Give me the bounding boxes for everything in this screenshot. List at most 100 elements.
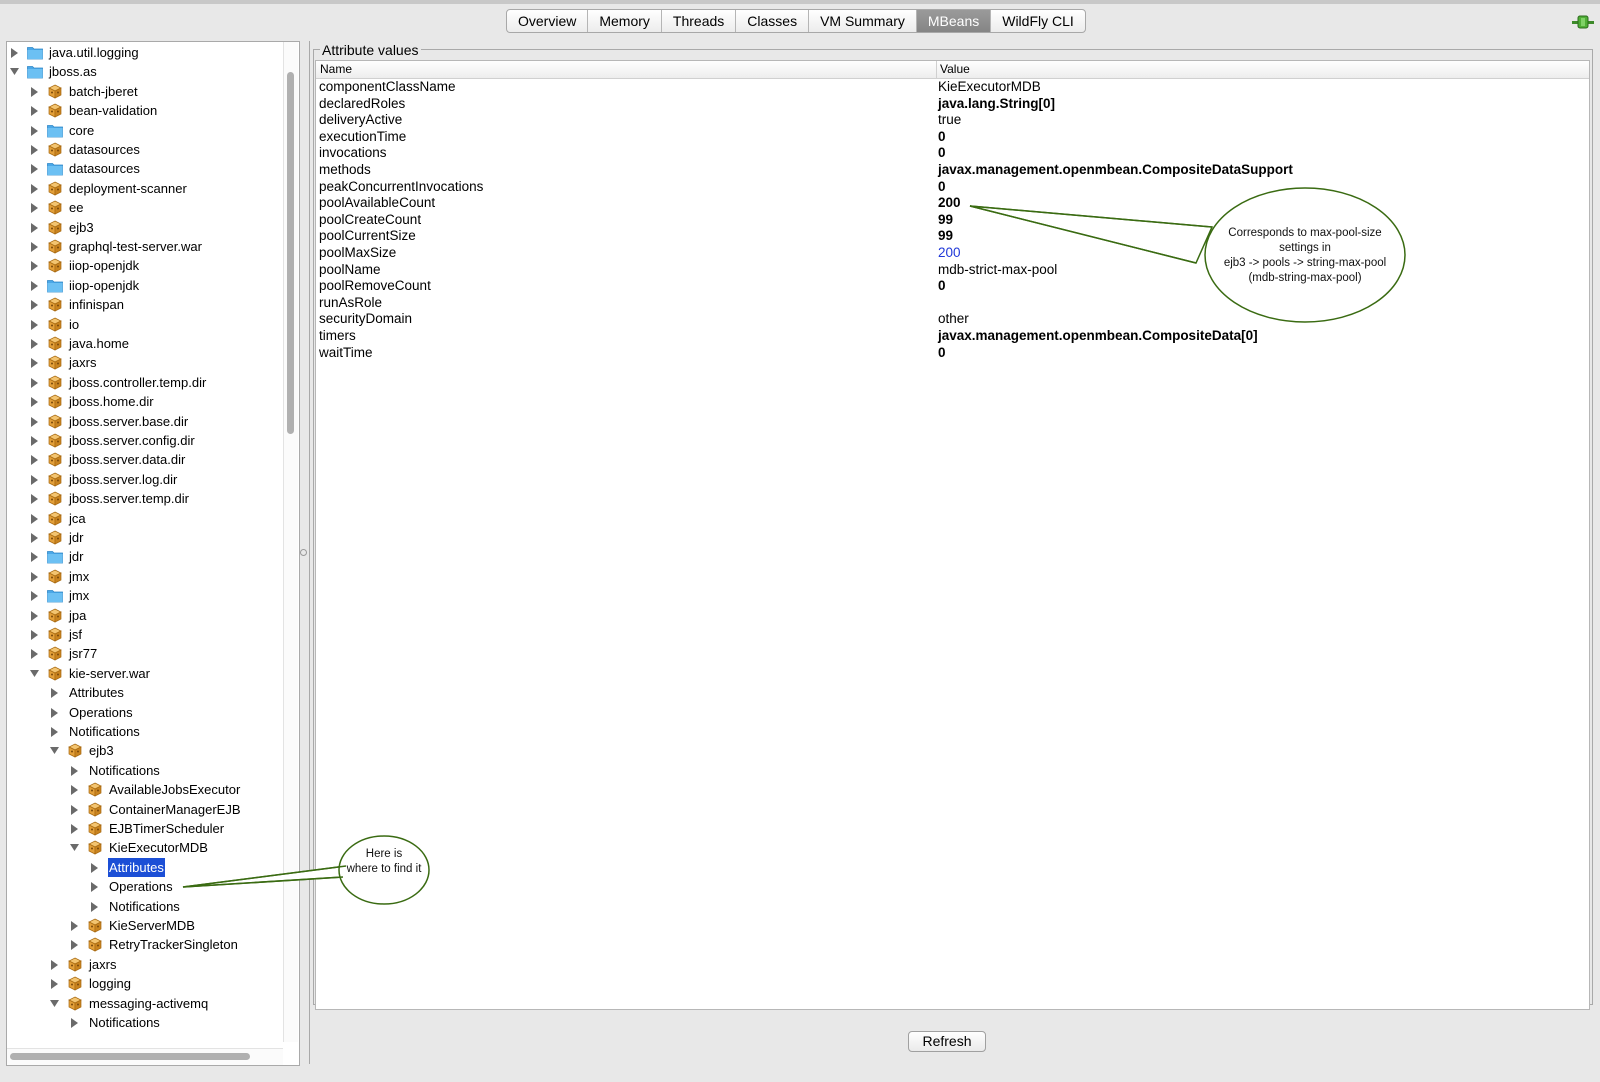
triangle-down-icon[interactable] bbox=[70, 838, 80, 857]
tree-node-java-util-logging[interactable]: java.util.logging bbox=[7, 43, 283, 62]
tree-node-java-home[interactable]: java.home bbox=[7, 334, 283, 353]
tree-node-label[interactable]: iiop-openjdk bbox=[68, 276, 140, 295]
attribute-row-timers[interactable]: timers javax.management.openmbean.Composi… bbox=[316, 328, 1589, 345]
triangle-right-icon[interactable] bbox=[30, 256, 40, 275]
tree-node-label[interactable]: java.home bbox=[68, 334, 130, 353]
tree-node-notifications[interactable]: Notifications bbox=[7, 897, 283, 916]
triangle-right-icon[interactable] bbox=[30, 606, 40, 625]
triangle-right-icon[interactable] bbox=[30, 547, 40, 566]
tree-node-messaging-activemq[interactable]: messaging-activemq bbox=[7, 994, 283, 1013]
attribute-row-waittime[interactable]: waitTime 0 bbox=[316, 345, 1589, 362]
tree-node-label[interactable]: jboss.as bbox=[48, 62, 98, 81]
tree-node-label[interactable]: jboss.server.config.dir bbox=[68, 431, 196, 450]
attribute-row-poolremovecount[interactable]: poolRemoveCount 0 bbox=[316, 278, 1589, 295]
tree-node-label[interactable]: jboss.server.log.dir bbox=[68, 470, 178, 489]
tree-node-label[interactable]: kie-server.war bbox=[68, 664, 151, 683]
attribute-row-poolname[interactable]: poolName mdb-strict-max-pool bbox=[316, 262, 1589, 279]
tree-node-jboss-home-dir[interactable]: jboss.home.dir bbox=[7, 392, 283, 411]
triangle-right-icon[interactable] bbox=[70, 916, 80, 935]
tree-node-jsr77[interactable]: jsr77 bbox=[7, 644, 283, 663]
triangle-right-icon[interactable] bbox=[30, 82, 40, 101]
triangle-right-icon[interactable] bbox=[30, 237, 40, 256]
tree-node-retrytrackersingleton[interactable]: RetryTrackerSingleton bbox=[7, 935, 283, 954]
tree-node-label[interactable]: ContainerManagerEJB bbox=[108, 800, 242, 819]
tree-vertical-scroll-thumb[interactable] bbox=[287, 72, 294, 434]
triangle-right-icon[interactable] bbox=[30, 353, 40, 372]
attribute-row-deliveryactive[interactable]: deliveryActive true bbox=[316, 112, 1589, 129]
triangle-right-icon[interactable] bbox=[30, 179, 40, 198]
tree-node-label[interactable]: Notifications bbox=[108, 897, 181, 916]
tree-node-label[interactable]: bean-validation bbox=[68, 101, 158, 120]
tree-node-attributes[interactable]: Attributes bbox=[7, 683, 283, 702]
triangle-right-icon[interactable] bbox=[30, 431, 40, 450]
attribute-row-poolavailablecount[interactable]: poolAvailableCount 200 bbox=[316, 195, 1589, 212]
tree-node-jmx[interactable]: jmx bbox=[7, 586, 283, 605]
tree-node-label[interactable]: jdr bbox=[68, 528, 84, 547]
tree-node-graphql-test-server-war[interactable]: graphql-test-server.war bbox=[7, 237, 283, 256]
triangle-right-icon[interactable] bbox=[90, 858, 100, 877]
tree-node-label[interactable]: messaging-activemq bbox=[88, 994, 209, 1013]
tree-node-label[interactable]: EJBTimerScheduler bbox=[108, 819, 225, 838]
tree-node-label[interactable]: datasources bbox=[68, 140, 141, 159]
tree-node-label[interactable]: io bbox=[68, 315, 80, 334]
triangle-right-icon[interactable] bbox=[30, 198, 40, 217]
triangle-right-icon[interactable] bbox=[50, 703, 60, 722]
tree-node-label[interactable]: jaxrs bbox=[68, 353, 97, 372]
triangle-right-icon[interactable] bbox=[30, 140, 40, 159]
tree-node-jboss-server-config-dir[interactable]: jboss.server.config.dir bbox=[7, 431, 283, 450]
tree-node-label[interactable]: infinispan bbox=[68, 295, 125, 314]
tree-node-label[interactable]: jpa bbox=[68, 606, 87, 625]
tab-overview[interactable]: Overview bbox=[507, 10, 589, 32]
tree-node-jpa[interactable]: jpa bbox=[7, 606, 283, 625]
attribute-row-methods[interactable]: methods javax.management.openmbean.Compos… bbox=[316, 162, 1589, 179]
attribute-table[interactable]: Name Value componentClassName KieExecutor… bbox=[315, 60, 1590, 1010]
tree-node-ejb3[interactable]: ejb3 bbox=[7, 741, 283, 760]
tree-node-label[interactable]: jdr bbox=[68, 547, 84, 566]
tree-node-jdr[interactable]: jdr bbox=[7, 528, 283, 547]
triangle-right-icon[interactable] bbox=[30, 450, 40, 469]
attribute-row-runasrole[interactable]: runAsRole bbox=[316, 295, 1589, 312]
tree-node-iiop-openjdk[interactable]: iiop-openjdk bbox=[7, 256, 283, 275]
triangle-right-icon[interactable] bbox=[30, 373, 40, 392]
tree-node-label[interactable]: jboss.server.base.dir bbox=[68, 412, 189, 431]
tree-node-label[interactable]: jaxrs bbox=[88, 955, 117, 974]
triangle-right-icon[interactable] bbox=[50, 955, 60, 974]
tree-node-label[interactable]: java.util.logging bbox=[48, 43, 140, 62]
tree-node-operations[interactable]: Operations bbox=[7, 877, 283, 896]
tree-node-label[interactable]: jmx bbox=[68, 567, 90, 586]
tree-node-iiop-openjdk[interactable]: iiop-openjdk bbox=[7, 276, 283, 295]
tree-node-label[interactable]: iiop-openjdk bbox=[68, 256, 140, 275]
tree-node-jaxrs[interactable]: jaxrs bbox=[7, 353, 283, 372]
tree-node-label[interactable]: KieServerMDB bbox=[108, 916, 196, 935]
triangle-right-icon[interactable] bbox=[50, 974, 60, 993]
tab-memory[interactable]: Memory bbox=[588, 10, 662, 32]
column-header-value[interactable]: Value bbox=[940, 61, 970, 78]
triangle-right-icon[interactable] bbox=[30, 644, 40, 663]
triangle-right-icon[interactable] bbox=[70, 761, 80, 780]
attribute-row-declaredroles[interactable]: declaredRoles java.lang.String[0] bbox=[316, 96, 1589, 113]
tree-node-label[interactable]: jsf bbox=[68, 625, 83, 644]
triangle-right-icon[interactable] bbox=[30, 101, 40, 120]
tree-node-label[interactable]: Operations bbox=[68, 703, 134, 722]
tree-node-label[interactable]: ee bbox=[68, 198, 84, 217]
triangle-right-icon[interactable] bbox=[10, 43, 20, 62]
tree-node-core[interactable]: core bbox=[7, 121, 283, 140]
attribute-row-poolcreatecount[interactable]: poolCreateCount 99 bbox=[316, 212, 1589, 229]
tab-threads[interactable]: Threads bbox=[662, 10, 737, 32]
tree-node-label[interactable]: ejb3 bbox=[68, 218, 95, 237]
tree-node-ejb3[interactable]: ejb3 bbox=[7, 218, 283, 237]
tab-vm-summary[interactable]: VM Summary bbox=[809, 10, 917, 32]
tree-node-label[interactable]: jsr77 bbox=[68, 644, 98, 663]
tree-node-label[interactable]: AvailableJobsExecutor bbox=[108, 780, 241, 799]
tree-node-datasources[interactable]: datasources bbox=[7, 140, 283, 159]
tree-node-jca[interactable]: jca bbox=[7, 509, 283, 528]
tree-node-ejbtimerscheduler[interactable]: EJBTimerScheduler bbox=[7, 819, 283, 838]
tree-node-label[interactable]: jboss.server.temp.dir bbox=[68, 489, 190, 508]
triangle-right-icon[interactable] bbox=[30, 509, 40, 528]
attribute-row-componentclassname[interactable]: componentClassName KieExecutorMDB bbox=[316, 79, 1589, 96]
attribute-row-executiontime[interactable]: executionTime 0 bbox=[316, 129, 1589, 146]
tree-node-kieexecutormdb[interactable]: KieExecutorMDB bbox=[7, 838, 283, 857]
attribute-row-invocations[interactable]: invocations 0 bbox=[316, 145, 1589, 162]
triangle-right-icon[interactable] bbox=[30, 489, 40, 508]
tree-node-availablejobsexecutor[interactable]: AvailableJobsExecutor bbox=[7, 780, 283, 799]
